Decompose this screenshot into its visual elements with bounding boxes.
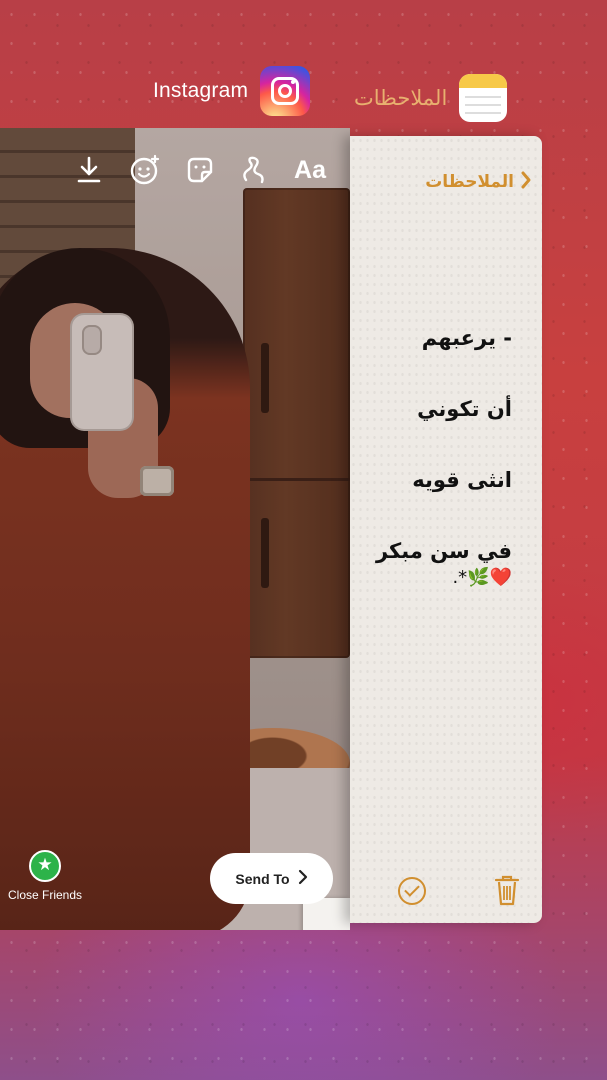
text-tool-button[interactable]: Aa	[290, 150, 330, 190]
notes-app-icon[interactable]	[459, 74, 508, 122]
send-to-label: Send To	[235, 870, 290, 887]
notes-back-button[interactable]: الملاحظات	[425, 170, 532, 194]
note-emoji: ❤️🌿*.	[452, 567, 512, 588]
draw-squiggle-icon[interactable]	[235, 150, 275, 190]
instagram-app-header[interactable]: Instagram	[153, 66, 311, 116]
instagram-icon[interactable]	[260, 66, 311, 116]
notes-app-header[interactable]: الملاحظات	[354, 74, 508, 122]
instagram-app-name: Instagram	[153, 79, 249, 102]
notes-bottom-toolbar	[350, 873, 542, 913]
notes-app-card[interactable]: الملاحظات - يرعبهم أن تكوني انثى قويه في…	[350, 136, 542, 923]
trash-icon[interactable]	[494, 873, 520, 907]
notes-app-name: الملاحظات	[354, 86, 448, 110]
chevron-left-icon	[520, 170, 532, 194]
chevron-right-icon	[298, 869, 308, 889]
note-line: أن تكوني	[417, 397, 512, 421]
checkmark-circle-icon[interactable]	[398, 877, 426, 905]
notes-back-label: الملاحظات	[425, 172, 514, 192]
instagram-app-card[interactable]: Aa ★ Close Friends Send To	[0, 128, 350, 930]
sticker-icon[interactable]	[180, 150, 220, 190]
note-line: انثى قويه	[412, 468, 512, 492]
star-icon: ★	[29, 850, 61, 882]
close-friends-button[interactable]: ★ Close Friends	[0, 850, 90, 902]
download-icon[interactable]	[69, 150, 109, 190]
story-toolbar: Aa	[0, 150, 350, 190]
face-sparkle-icon[interactable]	[125, 150, 165, 190]
close-friends-label: Close Friends	[7, 888, 83, 902]
note-line: في سن مبكر	[375, 539, 512, 563]
note-line: - يرعبهم	[421, 326, 512, 350]
note-content[interactable]: - يرعبهم أن تكوني انثى قويه في سن مبكر ❤…	[350, 326, 512, 590]
send-to-button[interactable]: Send To	[210, 853, 333, 904]
